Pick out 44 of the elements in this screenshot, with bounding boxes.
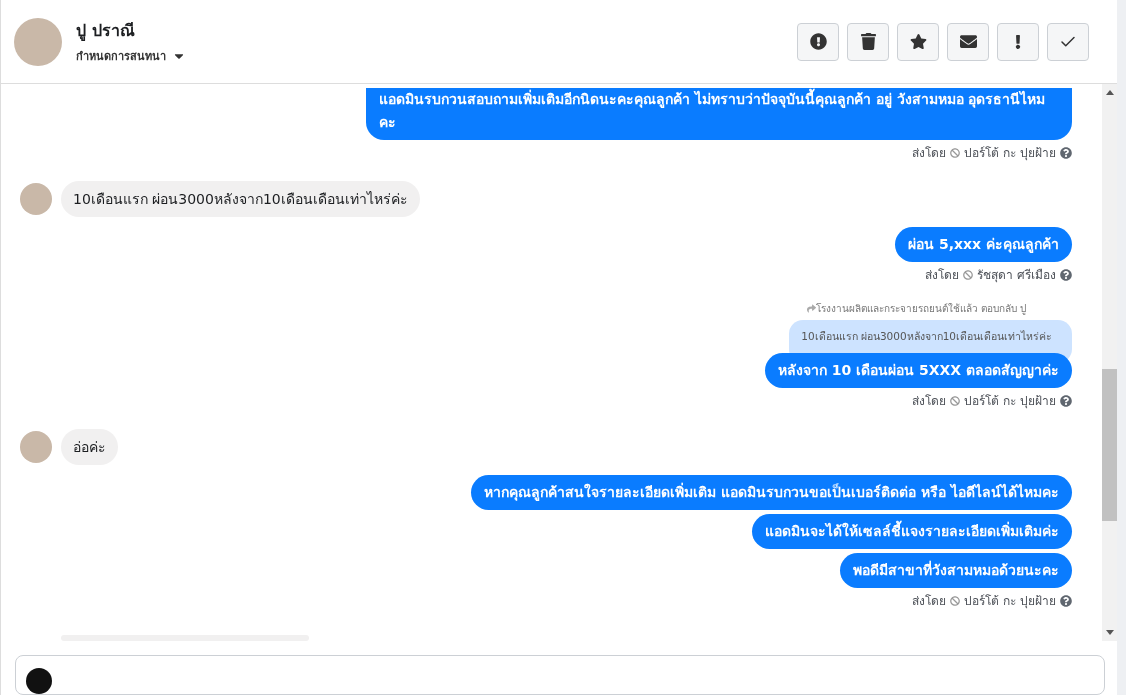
avatar-photo-placeholder: [20, 183, 52, 216]
ban-icon: [950, 148, 961, 159]
check-button[interactable]: [1047, 22, 1089, 61]
sender-name: ปอร์โต้ กะ ปุยฝ้าย: [964, 393, 1056, 410]
message-bubble: ผ่อน 5,xxx ค่ะคุณลูกค้า: [895, 227, 1072, 263]
envelope-icon: [959, 33, 977, 51]
sent-by-label: ส่งโดย: [912, 393, 947, 410]
alert-button[interactable]: [797, 22, 839, 61]
trash-icon: [859, 33, 877, 51]
ban-icon: [950, 596, 961, 607]
message-bubble: หลังจาก 10 เดือนผ่อน 5XXX ตลอดสัญญาค่ะ: [764, 353, 1072, 389]
sender-name: รัชสุดา ศรีเมือง: [977, 267, 1056, 284]
help-icon: [1060, 395, 1072, 408]
ban-icon: [963, 270, 974, 281]
message-bubble: แอดมินรบกวนสอบถามเพิ่มเติมอีกนิดนะคะคุณลูกค้า ไม่ทราบว่าปัจจุบันนี้คุณลูกค้า อยู่ วังสามหมอ อุดรธานีไหมคะ: [366, 88, 1072, 141]
help-icon: [1060, 147, 1072, 160]
star-button[interactable]: [897, 22, 939, 61]
avatar-photo-placeholder: [20, 431, 52, 464]
message-bubble: 10เดือนแรก ผ่อน3000หลังจาก10เดือนเดือนเท่าไหร่ค่ะ: [61, 181, 420, 218]
contact-name: ปู ปราณี: [76, 20, 136, 43]
avatar-photo-placeholder: [14, 17, 62, 66]
sent-by-label: ส่งโดย: [925, 267, 960, 284]
reply-field[interactable]: [15, 655, 1105, 695]
sender-name: ปอร์โต้ กะ ปุยฝ้าย: [964, 593, 1056, 610]
exclamation-button[interactable]: [997, 22, 1039, 61]
sent-by-label: ส่งโดย: [912, 593, 947, 610]
sent-by-label: ส่งโดย: [912, 145, 947, 162]
reply-icon: [806, 304, 816, 314]
envelope-button[interactable]: [947, 22, 989, 61]
message-bubble: หากคุณลูกค้าสนใจรายละเอียดเพิ่มเติม แอดมินรบกวนขอเป็นเบอร์ติดต่อ หรือ ไอดีไลน์ได้ไหมคะ: [471, 475, 1072, 511]
star-icon: [909, 33, 927, 51]
message-bubble: อ่อค่ะ: [61, 429, 118, 466]
help-icon: [1060, 595, 1072, 608]
alert-icon: [809, 33, 827, 51]
conversation-menu[interactable]: กำหนดการสนทนา: [76, 47, 783, 66]
reply-note: โรงงานผลิตและกระจายรถยนต์ใช้แล้ว ตอบกลับ ปู: [815, 302, 1026, 317]
trash-button[interactable]: [847, 22, 889, 61]
sender-name: ปอร์โต้ กะ ปุยฝ้าย: [964, 145, 1056, 162]
message-bubble: แอดมินจะได้ให้เซลล์ชี้แจงรายละเอียดเพิ่มเติมค่ะ: [752, 514, 1072, 550]
avatar-placeholder: [26, 668, 52, 694]
message-bubble: พอดีมีสาขาที่วังสามหมอด้วยนะคะ: [840, 553, 1072, 589]
help-icon: [1060, 269, 1072, 282]
ban-icon: [950, 396, 961, 407]
scrollbar[interactable]: [1102, 84, 1117, 641]
